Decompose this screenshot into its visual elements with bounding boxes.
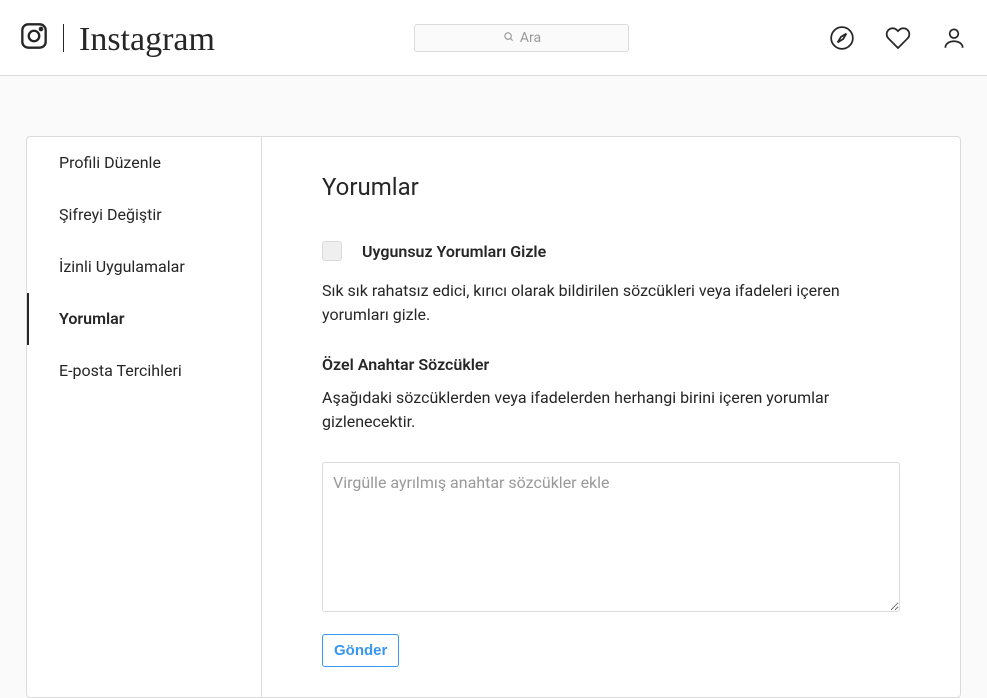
settings-sidebar: Profili Düzenle Şifreyi Değiştir İzinli … xyxy=(27,137,262,697)
keywords-section-title: Özel Anahtar Sözcükler xyxy=(322,355,900,374)
nav-icons xyxy=(829,25,967,51)
hide-comments-description: Sık sık rahatsız edici, kırıcı olarak bi… xyxy=(322,279,900,327)
hide-comments-label: Uygunsuz Yorumları Gizle xyxy=(362,242,546,261)
search-placeholder: Ara xyxy=(520,30,541,46)
camera-icon xyxy=(20,22,48,54)
sidebar-item-comments[interactable]: Yorumlar xyxy=(27,293,261,345)
logo-divider xyxy=(63,24,64,52)
settings-content: Yorumlar Uygunsuz Yorumları Gizle Sık sı… xyxy=(262,137,960,697)
top-header: Instagram Ara xyxy=(0,0,987,76)
page-title: Yorumlar xyxy=(322,173,900,201)
hide-comments-row: Uygunsuz Yorumları Gizle xyxy=(322,241,900,261)
brand-wordmark: Instagram xyxy=(79,23,215,57)
search-icon xyxy=(503,30,514,46)
explore-icon[interactable] xyxy=(829,25,855,51)
keywords-input[interactable] xyxy=(322,462,900,612)
profile-icon[interactable] xyxy=(941,25,967,51)
heart-icon[interactable] xyxy=(885,25,911,51)
logo-group[interactable]: Instagram xyxy=(20,19,215,57)
sidebar-item-email-prefs[interactable]: E-posta Tercihleri xyxy=(27,345,261,397)
sidebar-item-edit-profile[interactable]: Profili Düzenle xyxy=(27,137,261,189)
hide-comments-checkbox[interactable] xyxy=(322,241,342,261)
search-input[interactable]: Ara xyxy=(414,24,629,52)
header-inner: Instagram Ara xyxy=(20,19,967,57)
submit-button[interactable]: Gönder xyxy=(322,634,399,667)
keywords-description: Aşağıdaki sözcüklerden veya ifadelerden … xyxy=(322,386,900,434)
settings-container: Profili Düzenle Şifreyi Değiştir İzinli … xyxy=(26,136,961,698)
sidebar-item-change-password[interactable]: Şifreyi Değiştir xyxy=(27,189,261,241)
sidebar-item-authorized-apps[interactable]: İzinli Uygulamalar xyxy=(27,241,261,293)
